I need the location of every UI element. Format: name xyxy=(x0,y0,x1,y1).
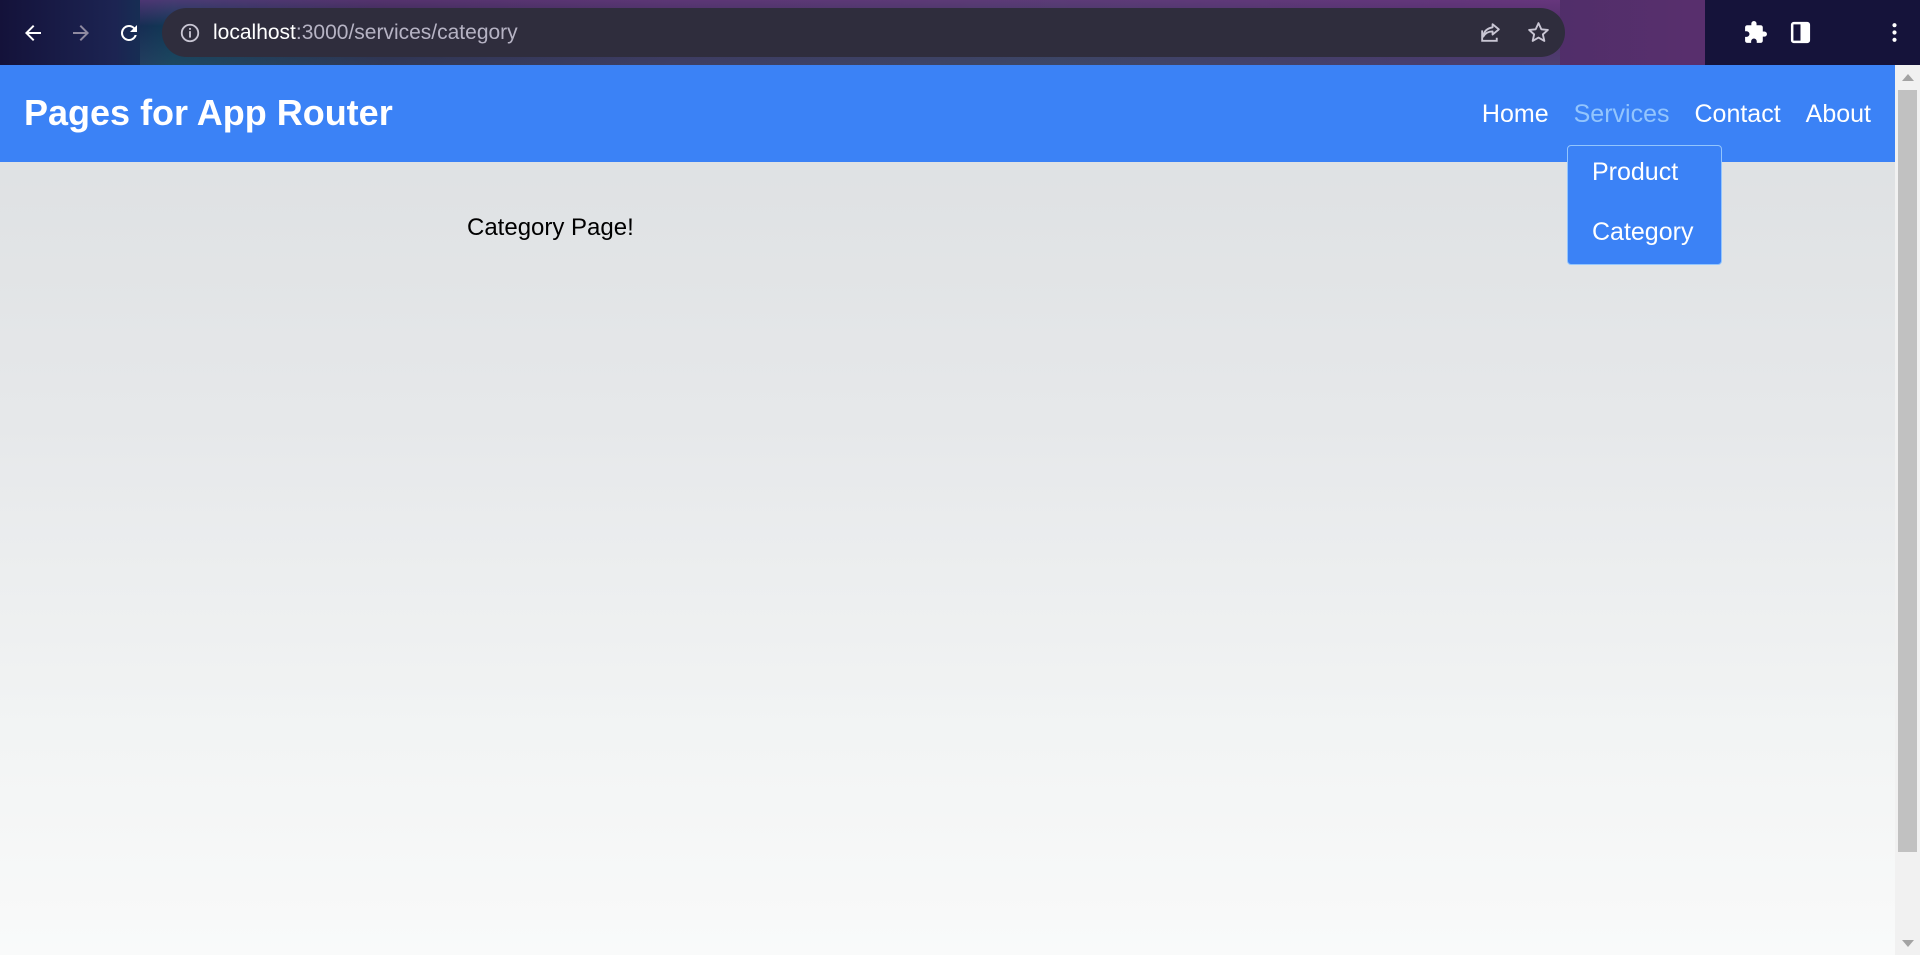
reload-button[interactable] xyxy=(113,17,145,49)
menu-icon[interactable] xyxy=(1882,20,1907,45)
star-icon[interactable] xyxy=(1526,20,1551,45)
dropdown-item-product[interactable]: Product xyxy=(1568,156,1721,216)
nav-about[interactable]: About xyxy=(1806,98,1871,130)
url-host: localhost xyxy=(213,21,296,44)
nav-services[interactable]: Services xyxy=(1574,98,1670,130)
forward-button[interactable] xyxy=(65,17,97,49)
address-bar[interactable]: localhost:3000/services/category xyxy=(162,8,1565,57)
sidepanel-icon[interactable] xyxy=(1788,20,1813,45)
reload-icon xyxy=(120,24,137,41)
scroll-down-icon[interactable] xyxy=(1902,940,1914,947)
info-icon[interactable] xyxy=(179,22,201,44)
nav-contact[interactable]: Contact xyxy=(1694,98,1780,130)
extensions-area xyxy=(1705,0,1920,65)
page-viewport: Pages for App Router Home Services Conta… xyxy=(0,65,1895,955)
page-content-text: Category Page! xyxy=(467,214,634,241)
browser-toolbar: localhost:3000/services/category xyxy=(0,0,1920,65)
site-title[interactable]: Pages for App Router xyxy=(24,93,393,133)
back-button[interactable] xyxy=(17,17,49,49)
scrollbar-thumb[interactable] xyxy=(1898,90,1917,852)
forward-icon xyxy=(73,25,89,41)
main-nav: Home Services Contact About xyxy=(1457,98,1871,130)
dropdown-item-category[interactable]: Category xyxy=(1568,216,1721,276)
nav-home[interactable]: Home xyxy=(1482,98,1549,130)
url-text[interactable]: localhost:3000/services/category xyxy=(213,22,518,44)
share-icon[interactable] xyxy=(1478,20,1503,45)
scroll-up-icon[interactable] xyxy=(1902,74,1914,81)
services-dropdown: Product Category xyxy=(1567,145,1722,265)
url-path: :3000/services/category xyxy=(295,21,518,44)
vertical-scrollbar[interactable] xyxy=(1895,65,1920,955)
back-icon xyxy=(25,25,41,41)
extensions-icon[interactable] xyxy=(1743,20,1768,45)
